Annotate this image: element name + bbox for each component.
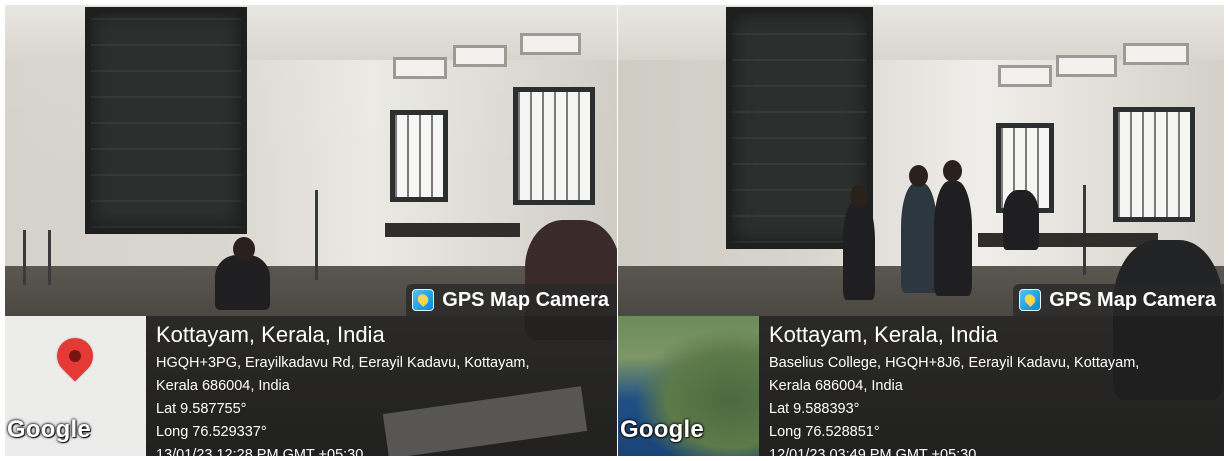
- address-line: Kerala 686004, India: [769, 378, 903, 394]
- location-text: Kottayam, Kerala, India Baselius College…: [759, 316, 1224, 456]
- location-info-panel: Google Kottayam, Kerala, India HGQH+3PG,…: [5, 316, 617, 456]
- place-title: Kottayam, Kerala, India: [156, 322, 385, 347]
- timestamp: 13/01/23 12:28 PM GMT +05:30: [156, 447, 364, 456]
- window: [390, 110, 448, 202]
- mic-stand: [23, 230, 26, 285]
- location-info-panel: Google Kottayam, Kerala, India Baselius …: [618, 316, 1224, 456]
- photo-right: GPS Map Camera Google Kottayam, Kerala, …: [618, 5, 1224, 456]
- ceiling-vent: [1123, 43, 1189, 65]
- person: [934, 181, 972, 296]
- longitude: Long 76.529337°: [156, 424, 267, 440]
- address-line: Kerala 686004, India: [156, 378, 290, 394]
- photo-left: GPS Map Camera Google Kottayam, Kerala, …: [5, 5, 617, 456]
- person-head: [943, 160, 962, 182]
- person-head: [233, 237, 255, 261]
- address-line: Baselius College, HGQH+8J6, Eerayil Kada…: [769, 355, 1140, 371]
- table: [385, 223, 520, 237]
- gps-overlay: GPS Map Camera Google Kottayam, Kerala, …: [5, 284, 617, 456]
- gps-map-camera-badge: GPS Map Camera: [1013, 284, 1224, 316]
- longitude: Long 76.528851°: [769, 424, 880, 440]
- mic-stand: [1083, 185, 1086, 275]
- ceiling-vent: [998, 65, 1052, 87]
- person-head: [909, 165, 928, 187]
- google-logo: Google: [620, 416, 704, 443]
- person: [901, 183, 937, 293]
- gps-map-camera-badge: GPS Map Camera: [406, 284, 617, 316]
- window: [1113, 107, 1195, 222]
- gps-map-camera-logo-icon: [412, 289, 435, 311]
- person: [1003, 190, 1039, 250]
- badge-label: GPS Map Camera: [1049, 288, 1216, 311]
- latitude: Lat 9.588393°: [769, 401, 860, 417]
- badge-label: GPS Map Camera: [442, 288, 609, 311]
- location-text: Kottayam, Kerala, India HGQH+3PG, Erayil…: [146, 316, 617, 456]
- ceiling-vent: [520, 33, 581, 55]
- map-thumbnail: Google: [618, 316, 759, 456]
- place-title: Kottayam, Kerala, India: [769, 322, 998, 347]
- map-thumbnail: Google: [5, 316, 146, 456]
- ceiling-vent: [453, 45, 507, 67]
- latitude: Lat 9.587755°: [156, 401, 247, 417]
- ceiling-vent: [393, 57, 447, 79]
- window: [513, 87, 595, 205]
- map-pin-icon: [49, 330, 101, 382]
- blackboard: [85, 7, 247, 234]
- mic-stand: [48, 230, 51, 285]
- ceiling-vent: [1056, 55, 1117, 77]
- timestamp: 12/01/23 03:49 PM GMT +05:30: [769, 447, 977, 456]
- person-head: [850, 185, 868, 207]
- address-line: HGQH+3PG, Erayilkadavu Rd, Eerayil Kadav…: [156, 355, 530, 371]
- gps-overlay: GPS Map Camera Google Kottayam, Kerala, …: [618, 284, 1224, 456]
- gps-map-camera-logo-icon: [1019, 289, 1042, 311]
- google-logo: Google: [7, 416, 91, 443]
- mic-stand: [315, 190, 318, 280]
